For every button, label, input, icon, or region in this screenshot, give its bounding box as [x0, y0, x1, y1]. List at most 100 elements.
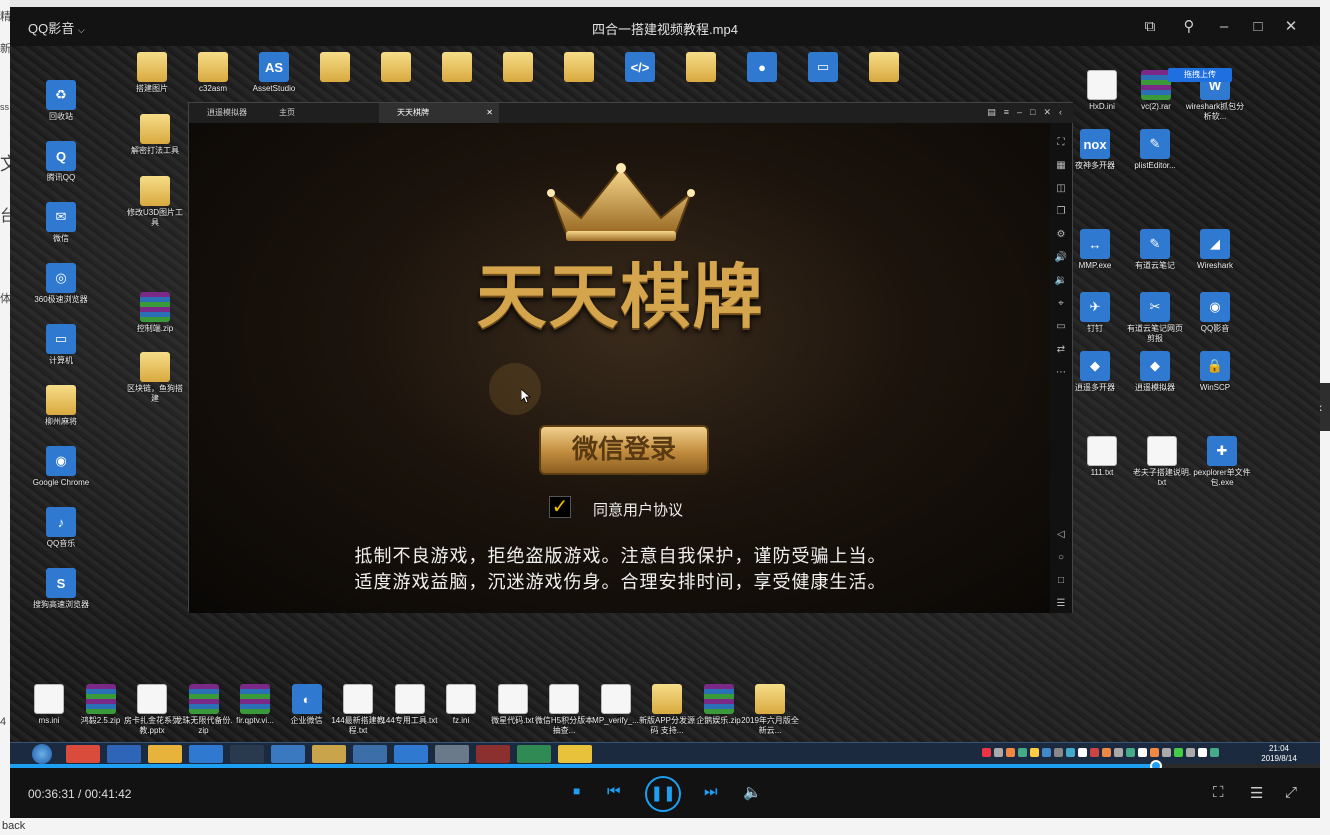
tray-icon[interactable]: [994, 748, 1003, 757]
tray-icon[interactable]: [1210, 748, 1219, 757]
desktop-icon-col1-5[interactable]: 柳州麻将: [31, 385, 91, 427]
desktop-icon-right-6[interactable]: ✎ 有道云笔记: [1125, 229, 1185, 271]
keyboard-icon[interactable]: ▦: [1050, 160, 1072, 171]
fullscreen-icon[interactable]: ⛶: [1050, 137, 1072, 148]
desktop-icon-right-3[interactable]: nox 夜神多开器: [1065, 129, 1125, 171]
tray-icon[interactable]: [1030, 748, 1039, 757]
tray-icon[interactable]: [1042, 748, 1051, 757]
desktop-icon-col2-3[interactable]: 区块链，鱼狗搭建: [125, 352, 185, 404]
rotate-icon[interactable]: ⇄: [1050, 344, 1072, 355]
desktop-icon-top-5[interactable]: [427, 52, 487, 84]
close-button[interactable]: ✕: [1280, 16, 1302, 38]
desktop-icon-col2-2[interactable]: 控制端.zip: [125, 292, 185, 334]
stop-button[interactable]: ■: [573, 784, 580, 798]
volume-icon[interactable]: 🔈: [743, 783, 762, 801]
pause-button[interactable]: ❚❚: [645, 776, 681, 812]
desktop-icon-top-2[interactable]: AS AssetStudio: [244, 52, 304, 94]
desktop-icon-col1-3[interactable]: ◎ 360极速浏览器: [31, 263, 91, 305]
tray-icon[interactable]: [1006, 748, 1015, 757]
maximize-button[interactable]: □: [1247, 16, 1269, 38]
tray-icon[interactable]: [1054, 748, 1063, 757]
desktop-icon-col1-4[interactable]: ▭ 计算机: [31, 324, 91, 366]
desktop-icon-col2-0[interactable]: 解密打法工具: [125, 114, 185, 156]
next-button[interactable]: ⏭: [704, 783, 718, 800]
minimize-button[interactable]: –: [1213, 16, 1235, 38]
tray-icon[interactable]: [1126, 748, 1135, 757]
desktop-icon-col1-6[interactable]: ◉ Google Chrome: [31, 446, 91, 488]
desktop-icon-col1-8[interactable]: S 搜狗高速浏览器: [31, 568, 91, 610]
desktop-icon-right-12[interactable]: ◆ 逍遥模拟器: [1125, 351, 1185, 393]
taskbar-app-button[interactable]: [230, 745, 264, 763]
tray-icon[interactable]: [1198, 748, 1207, 757]
taskbar-app-button[interactable]: [189, 745, 223, 763]
desktop-icon-right-15[interactable]: 老夫子搭建说明.txt: [1132, 436, 1192, 488]
taskbar-app-button[interactable]: [271, 745, 305, 763]
multi-window-icon[interactable]: ❐: [1050, 206, 1072, 217]
close-icon[interactable]: ✕: [486, 103, 493, 123]
location-icon[interactable]: ⌖: [1050, 298, 1072, 309]
tray-icon[interactable]: [1066, 748, 1075, 757]
desktop-icon-right-9[interactable]: ✂ 有道云笔记网页剪报: [1125, 292, 1185, 344]
home-icon[interactable]: ○: [1050, 552, 1072, 563]
desktop-icon-right-16[interactable]: ✚ pexplorer单文件包.exe: [1192, 436, 1252, 488]
desktop-icon-top-10[interactable]: ●: [732, 52, 792, 84]
volume-down-icon[interactable]: 🔉: [1050, 275, 1072, 286]
settings-icon[interactable]: ☰: [1250, 784, 1263, 802]
desktop-icon-right-4[interactable]: ✎ plistEditor...: [1125, 129, 1185, 171]
desktop-icon-top-8[interactable]: </>: [610, 52, 670, 84]
desktop-icon-top-1[interactable]: c32asm: [183, 52, 243, 94]
taskbar-app-button[interactable]: [394, 745, 428, 763]
tray-icon[interactable]: [1090, 748, 1099, 757]
agree-checkbox[interactable]: ✓: [549, 496, 571, 518]
taskbar-app-button[interactable]: [312, 745, 346, 763]
tab-game[interactable]: 天天棋牌 ✕: [379, 103, 499, 123]
desktop-icon-top-9[interactable]: [671, 52, 731, 84]
taskbar-app-button[interactable]: [353, 745, 387, 763]
pin-icon[interactable]: ⚲: [1178, 16, 1200, 38]
desktop-icon-col1-1[interactable]: Q 腾讯QQ: [31, 141, 91, 183]
settings-icon[interactable]: ⚙: [1050, 229, 1072, 240]
tray-icon[interactable]: [1102, 748, 1111, 757]
taskbar-app-button[interactable]: [558, 745, 592, 763]
desktop-icon-right-10[interactable]: ◉ QQ影音: [1185, 292, 1245, 334]
taskbar-app-button[interactable]: [476, 745, 510, 763]
desktop-icon-right-13[interactable]: 🔒 WinSCP: [1185, 351, 1245, 393]
desktop-icon-top-3[interactable]: [305, 52, 365, 84]
desktop-icon-right-8[interactable]: ✈ 钉钉: [1065, 292, 1125, 334]
tray-icon[interactable]: [1150, 748, 1159, 757]
menu-icon[interactable]: ☰: [1050, 598, 1072, 609]
tray-icon[interactable]: [1174, 748, 1183, 757]
more-icon[interactable]: ⋯: [1050, 367, 1072, 378]
desktop-icon-top-4[interactable]: [366, 52, 426, 84]
tray-icon[interactable]: [1162, 748, 1171, 757]
tray-icon[interactable]: [1186, 748, 1195, 757]
start-button[interactable]: [32, 744, 52, 764]
recents-icon[interactable]: □: [1050, 575, 1072, 586]
desktop-icon-bottom-14[interactable]: 2019年六月版全新云...: [740, 684, 800, 736]
taskbar-app-button[interactable]: [107, 745, 141, 763]
previous-button[interactable]: ⏮: [607, 783, 621, 800]
tray-icon[interactable]: [1078, 748, 1087, 757]
tray-icon[interactable]: [1114, 748, 1123, 757]
back-icon[interactable]: ◁: [1050, 529, 1072, 540]
desktop-icon-top-7[interactable]: [549, 52, 609, 84]
mini-mode-icon[interactable]: ⧉: [1139, 16, 1161, 38]
volume-up-icon[interactable]: 🔊: [1050, 252, 1072, 263]
screenshot-icon[interactable]: ⛶: [1213, 784, 1224, 801]
tab-emulator[interactable]: 逍遥模拟器: [189, 103, 261, 123]
taskbar-app-button[interactable]: [66, 745, 100, 763]
taskbar-app-button[interactable]: [148, 745, 182, 763]
desktop-icon-col1-2[interactable]: ✉ 微信: [31, 202, 91, 244]
desktop-icon-top-12[interactable]: [854, 52, 914, 84]
desktop-icon-right-14[interactable]: 111.txt: [1072, 436, 1132, 478]
tray-icon[interactable]: [1018, 748, 1027, 757]
tray-icon[interactable]: [1138, 748, 1147, 757]
desktop-icon-right-0[interactable]: HxD.ini: [1072, 70, 1132, 112]
tab-home[interactable]: 主页: [261, 103, 331, 123]
desktop-icon-top-0[interactable]: 搭建图片: [122, 52, 182, 94]
folder-icon[interactable]: ▭: [1050, 321, 1072, 332]
upload-badge[interactable]: 拖拽上传: [1168, 68, 1232, 82]
emulator-window-controls[interactable]: ▤≡–□✕‹: [987, 107, 1070, 118]
desktop-icon-col1-7[interactable]: ♪ QQ音乐: [31, 507, 91, 549]
taskbar-clock[interactable]: 21:04 2019/8/14: [1244, 744, 1314, 764]
